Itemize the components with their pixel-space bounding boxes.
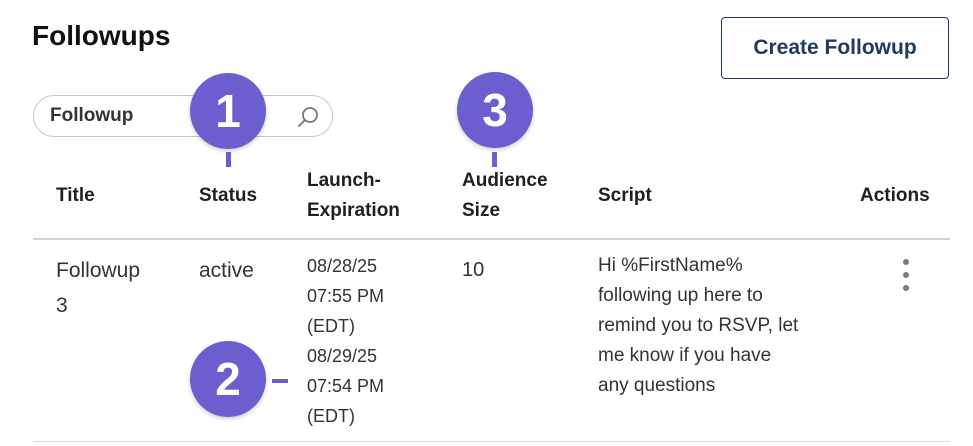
header-divider <box>33 238 950 240</box>
column-header-actions: Actions <box>860 185 930 206</box>
script-line: any questions <box>598 375 716 396</box>
callout-2-pointer <box>272 379 288 383</box>
column-header-launch-line1: Launch- <box>307 170 381 191</box>
cell-title: Followup 3 <box>56 253 140 323</box>
cell-title-line2: 3 <box>56 294 68 317</box>
column-header-status: Status <box>199 185 258 206</box>
row-divider <box>33 441 950 442</box>
create-followup-button[interactable]: Create Followup <box>721 17 949 79</box>
callout-3-pointer <box>492 152 497 167</box>
callout-2: 2 <box>190 341 266 417</box>
script-line: remind you to RSVP, let <box>598 315 799 336</box>
cell-status: active <box>199 259 254 282</box>
column-header-audience-line1: Audience <box>462 170 548 191</box>
callout-1-pointer <box>226 152 231 167</box>
cell-launch-expiration: 08/28/25 07:55 PM (EDT) 08/29/25 07:54 P… <box>307 251 384 431</box>
script-line: me know if you have <box>598 345 772 366</box>
launch-timezone: (EDT) <box>307 316 355 336</box>
launch-time: 07:55 PM <box>307 286 385 306</box>
cell-audience-size: 10 <box>462 259 485 281</box>
expiration-date: 08/29/25 <box>307 346 378 366</box>
search-icon[interactable] <box>296 105 320 129</box>
column-header-audience-size: Audience Size <box>462 166 548 226</box>
cell-title-line1: Followup <box>56 259 141 282</box>
menu-dot <box>903 259 909 265</box>
page-title: Followups <box>32 20 171 51</box>
column-header-title: Title <box>56 185 95 206</box>
column-header-launch-line2: Expiration <box>307 200 400 221</box>
script-line: Hi %FirstName% <box>598 255 743 276</box>
cell-script: Hi %FirstName% following up here to remi… <box>598 251 798 401</box>
expiration-timezone: (EDT) <box>307 406 355 426</box>
script-line: following up here to <box>598 285 763 306</box>
launch-date: 08/28/25 <box>307 256 378 276</box>
column-header-audience-line2: Size <box>462 200 501 221</box>
column-header-launch-expiration: Launch- Expiration <box>307 166 400 226</box>
search-box[interactable] <box>33 95 333 137</box>
kebab-menu-icon[interactable] <box>897 257 915 293</box>
callout-3: 3 <box>457 72 533 148</box>
expiration-time: 07:54 PM <box>307 376 385 396</box>
column-header-script: Script <box>598 185 652 206</box>
callout-1: 1 <box>190 73 266 149</box>
menu-dot <box>903 285 909 291</box>
menu-dot <box>903 272 909 278</box>
